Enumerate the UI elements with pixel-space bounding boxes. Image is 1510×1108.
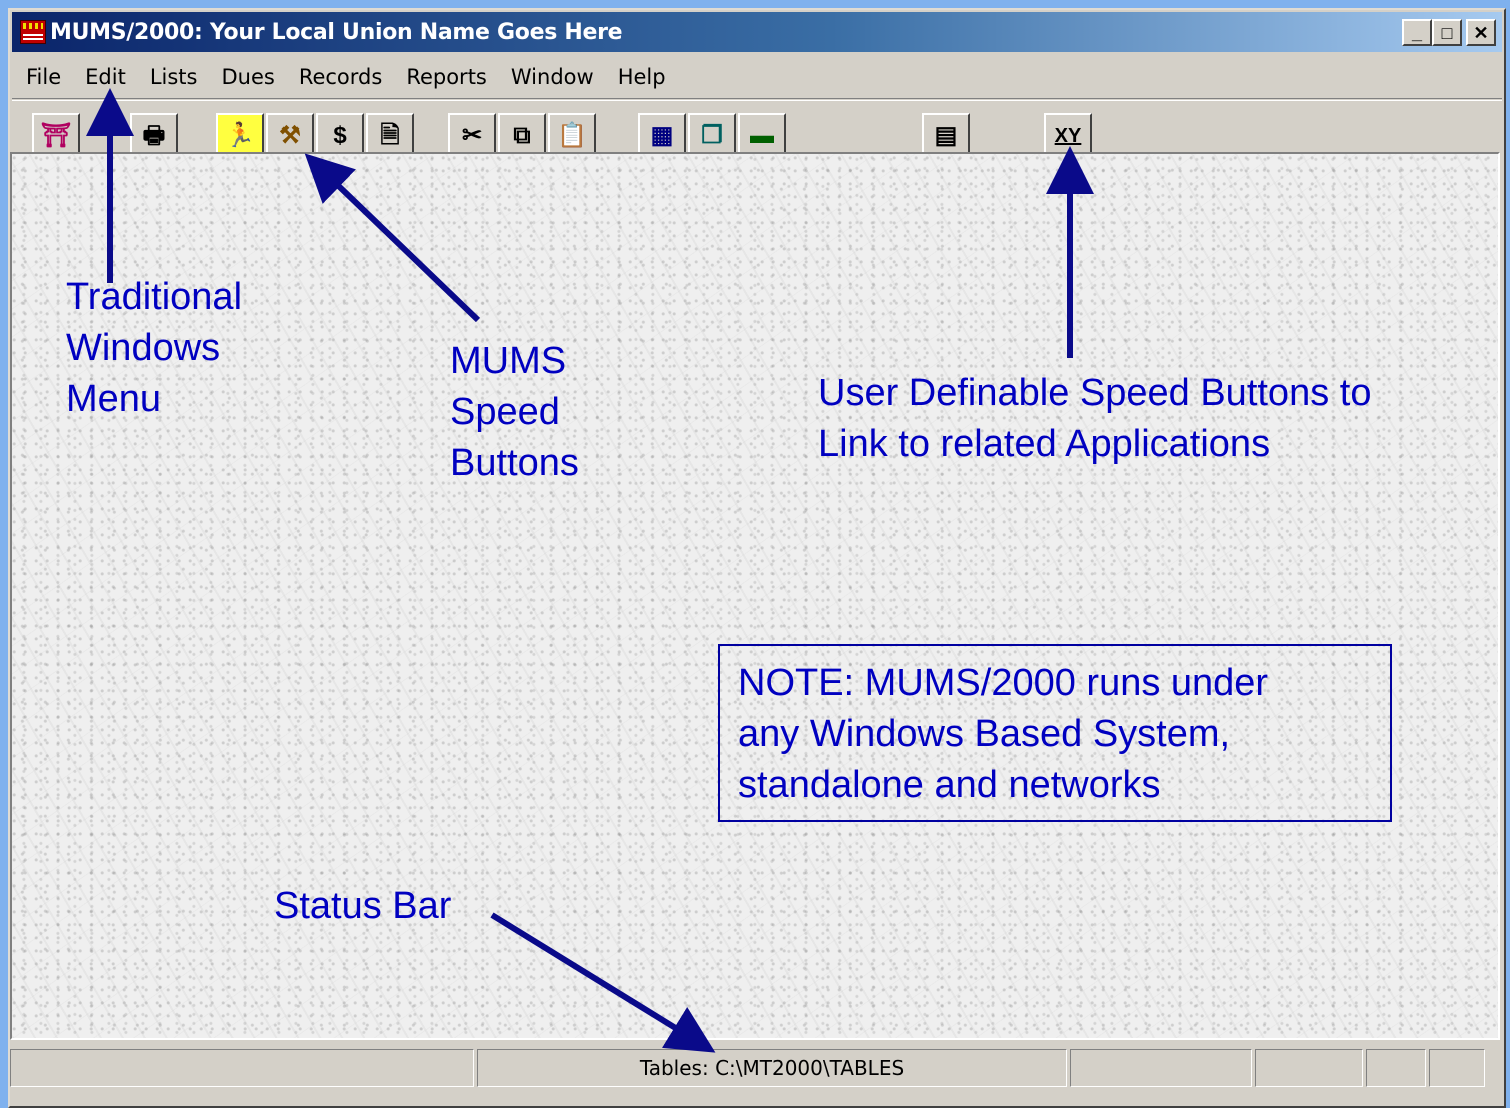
user-callout-line: Link to related Applications [818,423,1271,465]
member-icon: 🏃 [225,122,255,149]
status-panel [1070,1049,1252,1087]
menu-callout-line: Menu [66,378,162,420]
menu-callout-line: Windows [66,327,221,369]
window-controls: _ □ ✕ [1402,19,1496,46]
members-group-icon: ⚒ [279,122,301,149]
exit-door-icon: ⛩ [40,122,72,149]
dollar-icon: $ [333,122,347,149]
speed-buttons-callout-label: MUMS Speed Buttons [450,336,579,489]
menu-edit[interactable]: Edit [85,65,126,89]
menu-file[interactable]: File [26,65,61,89]
user-buttons-callout-label: User Definable Speed Buttons to Link to … [818,368,1371,470]
window-cascade-icon: ❐ [701,122,723,149]
note-line: NOTE: MUMS/2000 runs under [738,662,1269,704]
note-box: NOTE: MUMS/2000 runs under any Windows B… [718,644,1392,822]
status-panel [1429,1049,1485,1087]
menu-callout-line: Traditional [66,276,243,318]
menu-lists[interactable]: Lists [150,65,198,89]
speed-callout-line: MUMS [450,340,567,382]
menu-dues[interactable]: Dues [221,65,274,89]
copy-icon: ⧉ [513,122,531,149]
document-icon: 🗎 [380,122,400,149]
status-panel [1366,1049,1426,1087]
menu-help[interactable]: Help [618,65,666,89]
window-title: MUMS/2000: Your Local Union Name Goes He… [50,19,623,45]
status-panel [10,1049,474,1087]
maximize-button[interactable]: □ [1432,19,1462,46]
user-callout-line: User Definable Speed Buttons to [818,372,1372,414]
paste-icon: 📋 [557,122,587,149]
status-bar-callout-label: Status Bar [274,881,451,932]
menu-callout-label: Traditional Windows Menu [66,272,242,425]
menu-records[interactable]: Records [299,65,383,89]
window-minimized-icon: ▬ [750,122,774,149]
calculator-icon: ▤ [934,122,958,149]
scissors-icon: ✂ [461,122,483,149]
speed-callout-line: Speed [450,391,560,433]
menu-reports[interactable]: Reports [406,65,487,89]
workspace-area: Traditional Windows Menu MUMS Speed Butt… [10,152,1500,1040]
minimize-button[interactable]: _ [1402,19,1432,46]
app-logo-icon[interactable] [20,20,46,44]
status-callout-line: Status Bar [274,885,452,927]
tables-path-panel: Tables: C:\MT2000\TABLES [477,1049,1067,1087]
status-bar: Tables: C:\MT2000\TABLES [10,1040,1500,1096]
note-line: any Windows Based System, [738,713,1231,755]
note-line: standalone and networks [738,764,1161,806]
menu-bar: File Edit Lists Dues Records Reports Win… [12,56,1502,98]
speed-callout-line: Buttons [450,442,579,484]
status-panel [1255,1049,1363,1087]
title-bar[interactable]: MUMS/2000: Your Local Union Name Goes He… [12,12,1502,52]
xy-icon: XY [1054,124,1082,147]
table-grid-icon: ▦ [650,122,674,149]
close-button[interactable]: ✕ [1466,19,1496,46]
printer-icon: 🖶 [142,122,166,149]
menu-window[interactable]: Window [511,65,594,89]
